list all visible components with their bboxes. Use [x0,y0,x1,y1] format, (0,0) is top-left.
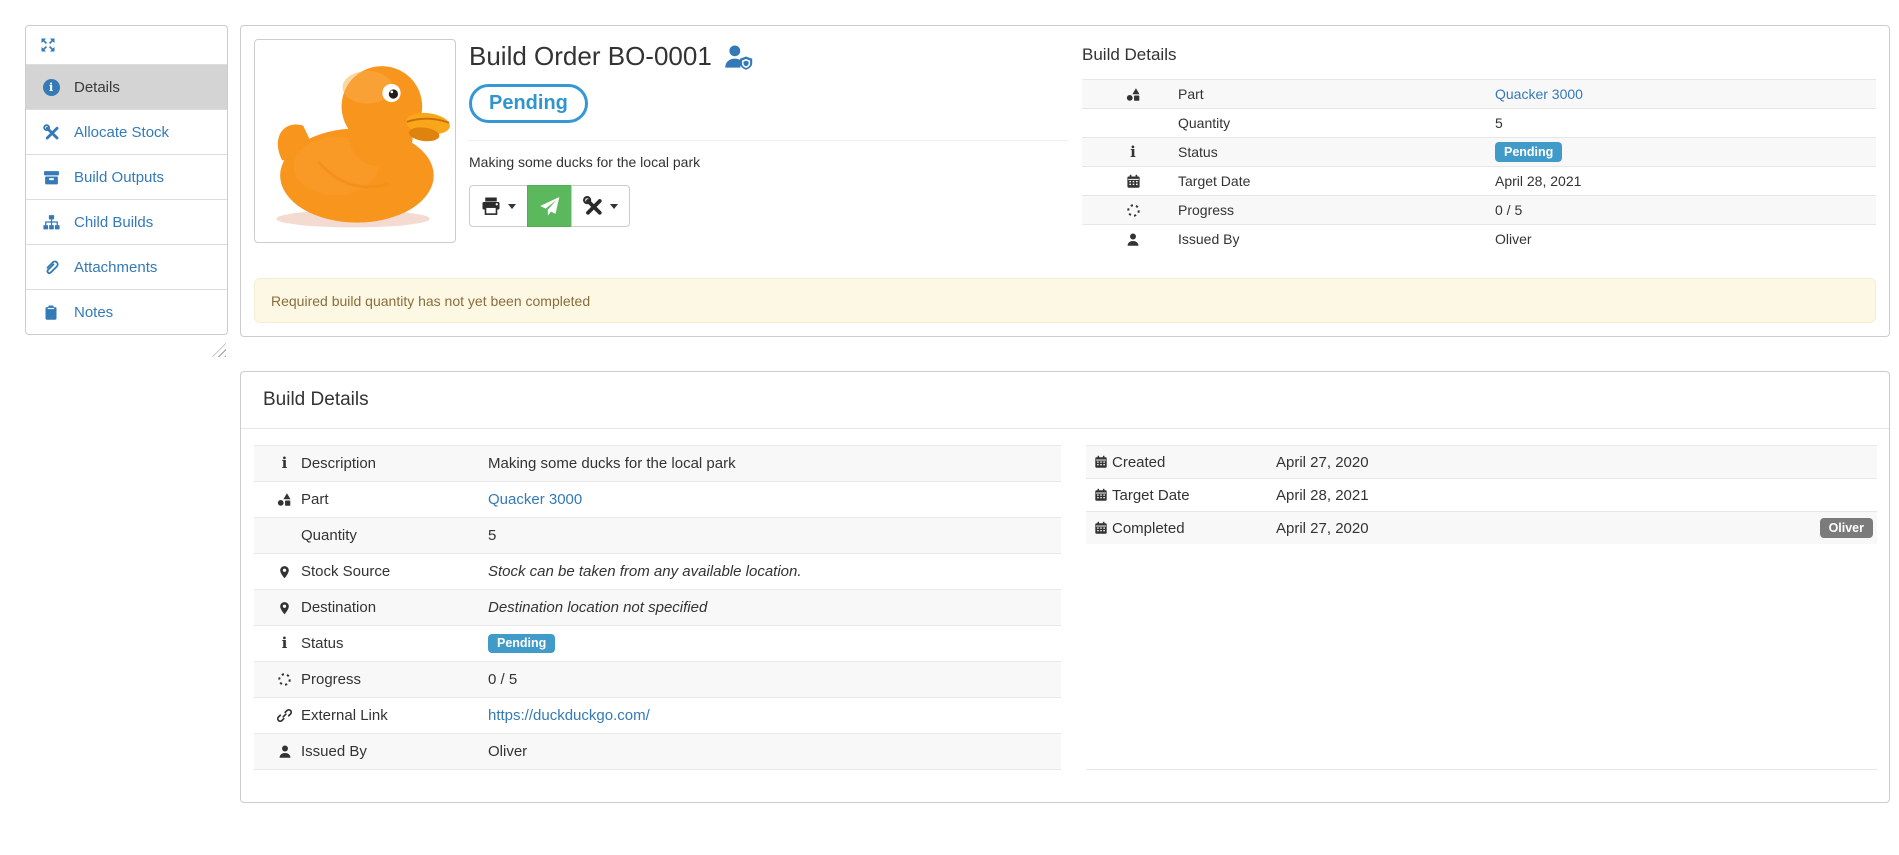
table-row: Issued By Oliver [254,733,1061,769]
paper-plane-icon [539,196,560,217]
part-link[interactable]: Quacker 3000 [488,491,582,508]
build-actions-button[interactable] [571,185,630,227]
map-marker-icon [254,564,301,580]
status-pill: Pending [469,84,588,123]
build-summary: Build Details Part Quacker 3000 [1068,39,1876,253]
sidebar-item-attachments[interactable]: Attachments [26,244,227,289]
sidebar-item-label: Details [74,79,120,96]
spinner-icon [1082,203,1178,218]
shapes-icon [254,492,301,507]
sidebar: i Details Allocate Stock [25,25,228,357]
external-link[interactable]: https://duckduckgo.com/ [488,707,650,724]
printer-icon [481,196,501,216]
table-row: Stock Source Stock can be taken from any… [254,553,1061,589]
rubber-duck-image [259,44,451,238]
action-button-group [469,185,1068,227]
build-details-panel: Build Details i Description Making some … [240,371,1890,803]
expand-icon [40,37,56,53]
link-icon [254,708,301,723]
calendar-icon [1086,455,1112,469]
table-row: Completed April 27, 2020 Oliver [1086,511,1877,544]
table-row: i Status Pending [1082,137,1876,166]
table-row: Quantity 5 [1082,108,1876,137]
build-order-header-panel: Build Order BO-0001 Pending [240,25,1890,337]
sidebar-expand-button[interactable] [26,26,227,64]
calendar-icon [1082,174,1178,189]
header-media: Build Order BO-0001 Pending [254,39,1068,253]
boxes-icon [40,169,62,186]
table-row: Target Date April 28, 2021 [1082,166,1876,195]
caret-down-icon [508,204,516,209]
part-link[interactable]: Quacker 3000 [1495,86,1583,102]
sidebar-item-label: Allocate Stock [74,124,169,141]
sidebar-item-label: Child Builds [74,214,153,231]
table-row: External Link https://duckduckgo.com/ [254,697,1061,733]
details-table-right: Created April 27, 2020 [1086,445,1877,770]
sidebar-resize-handle[interactable] [212,343,226,357]
panel-heading: Build Details [241,372,1889,429]
table-row: Progress 0 / 5 [1082,195,1876,224]
panel-body: i Description Making some ducks for the … [241,429,1889,802]
sidebar-item-label: Notes [74,304,113,321]
send-report-button[interactable] [527,185,572,227]
completed-by-badge: Oliver [1820,518,1873,538]
table-row: Progress 0 / 5 [254,661,1061,697]
build-quantity-alert: Required build quantity has not yet been… [254,278,1876,323]
build-description: Making some ducks for the local park [469,154,1068,170]
print-actions-button[interactable] [469,185,528,227]
details-table-left: i Description Making some ducks for the … [254,445,1061,770]
info-icon: i [254,456,301,471]
sidebar-item-child-builds[interactable]: Child Builds [26,199,227,244]
summary-table: Part Quacker 3000 Quantity 5 i Status Pe… [1082,79,1876,253]
sitemap-icon [40,214,62,231]
main-content: Build Order BO-0001 Pending [240,25,1890,803]
user-icon [254,744,301,759]
table-row: i Description Making some ducks for the … [254,445,1061,481]
table-row: Part Quacker 3000 [1082,79,1876,108]
tools-icon [40,124,62,141]
calendar-icon [1086,488,1112,502]
status-badge: Pending [1495,142,1562,162]
summary-heading: Build Details [1082,45,1876,65]
sidebar-item-allocate-stock[interactable]: Allocate Stock [26,109,227,154]
user-icon [1082,232,1178,247]
build-order-page: i Details Allocate Stock [0,0,1899,803]
title-divider [469,140,1068,141]
info-icon: i [254,636,301,651]
status-badge: Pending [488,634,555,654]
user-shield-icon [724,44,754,70]
table-row: Issued By Oliver [1082,224,1876,253]
table-row: i Status Pending [254,625,1061,661]
part-thumbnail[interactable] [254,39,456,243]
table-row: Quantity 5 [254,517,1061,553]
sidebar-item-label: Build Outputs [74,169,164,186]
caret-down-icon [610,204,618,209]
tools-icon [583,196,603,216]
table-row: Destination Destination location not spe… [254,589,1061,625]
paperclip-icon [40,259,62,276]
info-icon: i [1082,145,1178,160]
shapes-icon [1082,87,1178,102]
table-row: Part Quacker 3000 [254,481,1061,517]
sidebar-item-details[interactable]: i Details [26,64,227,109]
sidebar-nav: i Details Allocate Stock [25,25,228,335]
page-title: Build Order BO-0001 [469,41,1068,72]
table-row: Created April 27, 2020 [1086,445,1877,478]
title-column: Build Order BO-0001 Pending [469,39,1068,253]
table-row: Target Date April 28, 2021 [1086,478,1877,511]
sidebar-item-notes[interactable]: Notes [26,289,227,334]
info-circle-icon: i [40,79,62,96]
spinner-icon [254,672,301,687]
clipboard-icon [40,304,62,321]
calendar-icon [1086,521,1112,535]
map-marker-icon [254,600,301,616]
sidebar-item-label: Attachments [74,259,157,276]
sidebar-item-build-outputs[interactable]: Build Outputs [26,154,227,199]
